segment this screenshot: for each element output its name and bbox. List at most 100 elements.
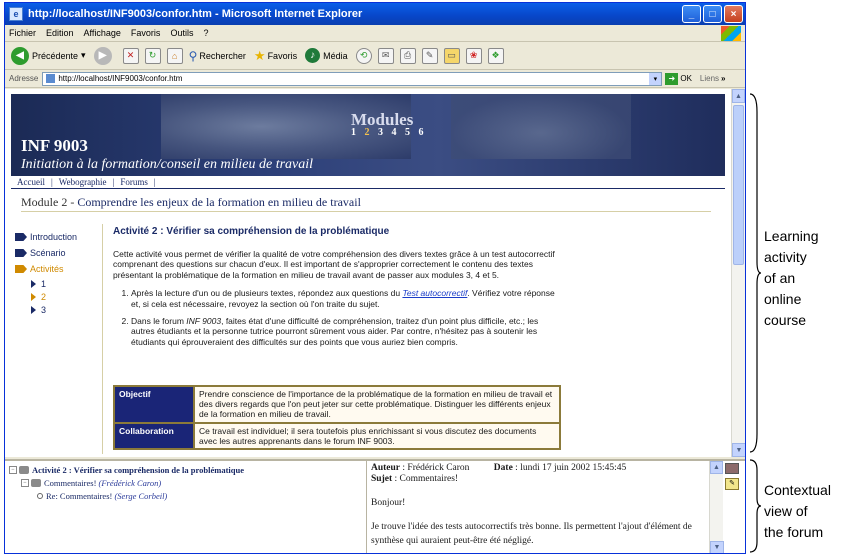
activity-content: Activité 2 : Vérifier sa compréhension d… [113, 226, 563, 354]
banner-photo-right [451, 94, 631, 159]
nav-accueil[interactable]: Accueil [17, 177, 45, 187]
triangle-icon [31, 292, 36, 301]
module-link-3[interactable]: 3 [378, 127, 386, 138]
scroll-up-icon[interactable]: ▲ [732, 89, 745, 103]
address-dropdown-icon[interactable]: ▾ [649, 72, 662, 85]
address-input[interactable]: http://localhost/INF9003/confor.htm ▾ [42, 71, 663, 86]
vertical-divider [102, 224, 103, 454]
leftnav-activity-3[interactable]: 3 [15, 303, 95, 316]
step-2: Dans le forum INF 9003, faites état d'un… [131, 316, 563, 348]
menu-bar: Fichier Edition Affichage Favoris Outils… [5, 25, 745, 42]
back-button[interactable]: ◀ Précédente ▾ [11, 46, 86, 65]
collapse-icon[interactable]: − [21, 478, 29, 487]
go-arrow-icon: ➜ [665, 72, 679, 85]
mail-icon[interactable]: ✉ [377, 47, 394, 64]
page-icon [46, 74, 56, 83]
home-icon[interactable]: ⌂ [166, 47, 183, 64]
search-button[interactable]: ⚲ Rechercher [189, 49, 246, 63]
menu-favorites[interactable]: Favoris [131, 28, 161, 38]
activity-title: Activité 2 : Vérifier sa compréhension d… [113, 226, 390, 237]
nav-webographie[interactable]: Webographie [59, 177, 107, 187]
maximize-button[interactable]: □ [703, 5, 722, 23]
forward-button[interactable]: ▶ [93, 46, 115, 65]
page-scrollbar[interactable]: ▲ ▼ [731, 89, 745, 457]
title-bar[interactable]: e http://localhost/INF9003/confor.htm - … [5, 3, 745, 25]
leftnav-scenario[interactable]: Scénario [15, 245, 95, 261]
print-icon[interactable]: ⎙ [399, 47, 416, 64]
chevron-right-icon[interactable]: » [721, 74, 725, 83]
leftnav-activity-2[interactable]: 2 [15, 290, 95, 303]
message-scrollbar[interactable]: ▲ ▼ [709, 461, 724, 553]
step-1: Après la lecture d'un ou de plusieurs te… [131, 288, 563, 309]
menu-help[interactable]: ? [203, 28, 208, 38]
thread-icon [31, 478, 41, 487]
menu-edit[interactable]: Edition [46, 28, 74, 38]
message-subject: Sujet : Commentaires! [371, 474, 459, 484]
course-banner: INF 9003 Initiation à la formation/conse… [11, 94, 725, 176]
module-link-6[interactable]: 6 [419, 127, 427, 138]
edit-icon[interactable]: ✎ [421, 47, 438, 64]
menu-view[interactable]: Affichage [84, 28, 121, 38]
table-row: Collaboration Ce travail est individuel;… [113, 421, 561, 450]
star-icon: ★ [253, 47, 266, 63]
triangle-icon [31, 279, 36, 288]
history-icon[interactable]: ⟲ [355, 47, 372, 64]
nav-forums[interactable]: Forums [120, 177, 148, 187]
module-label: Module 2 - [21, 195, 75, 209]
folder-icon[interactable]: ▭ [443, 47, 460, 64]
forum-message: Auteur : Frédérick Caron Date : lundi 17… [366, 461, 709, 553]
left-nav: Introduction Scénario Activités 1 2 3 [15, 229, 95, 316]
go-button[interactable]: ➜ OK [665, 72, 692, 85]
ie-icon: e [9, 7, 23, 21]
scroll-thumb[interactable] [733, 105, 744, 265]
scroll-down-icon[interactable]: ▼ [710, 541, 724, 553]
module-link-5[interactable]: 5 [405, 127, 413, 138]
reply-icon[interactable]: ✎ [725, 478, 739, 490]
collapse-icon[interactable]: − [9, 465, 17, 474]
triangle-icon [31, 305, 36, 314]
links-button[interactable]: Liens [700, 74, 719, 83]
messenger-icon[interactable]: ❀ [465, 47, 482, 64]
window-title: http://localhost/INF9003/confor.htm - Mi… [28, 8, 363, 20]
browser-window: e http://localhost/INF9003/confor.htm - … [4, 2, 746, 554]
module-title: Comprendre les enjeux de la formation en… [77, 195, 361, 209]
leftnav-introduction[interactable]: Introduction [15, 229, 95, 245]
thread-reply-1[interactable]: − Commentaires! (Frédérick Caron) [9, 476, 359, 489]
close-button[interactable]: × [724, 5, 743, 23]
thread-root[interactable]: − Activité 2 : Vérifier sa compréhension… [9, 463, 359, 476]
table-head-objectif: Objectif [113, 385, 195, 424]
stop-icon[interactable]: ✕ [122, 47, 139, 64]
activity-intro: Cette activité vous permet de vérifier l… [113, 248, 555, 280]
forum-side-icons: ✎ [725, 463, 743, 490]
module-link-4[interactable]: 4 [392, 127, 400, 138]
message-header: Auteur : Frédérick Caron Date : lundi 17… [371, 463, 627, 473]
favorites-button[interactable]: ★ Favoris [254, 48, 297, 64]
refresh-icon[interactable]: ↻ [144, 47, 161, 64]
address-label: Adresse [9, 74, 39, 83]
thread-reply-2[interactable]: Re: Commentaires! (Serge Corbeil) [9, 489, 359, 502]
module-link-2[interactable]: 2 [365, 127, 373, 138]
scroll-down-icon[interactable]: ▼ [732, 443, 745, 457]
message-greeting: Bonjour! [371, 498, 406, 508]
table-cell-objectif: Prendre conscience de l'importance de la… [193, 385, 561, 424]
test-autocorrectif-link[interactable]: Test autocorrectif [402, 288, 467, 298]
leftnav-activity-1[interactable]: 1 [15, 277, 95, 290]
course-code: INF 9003 [21, 136, 88, 155]
media-button[interactable]: ♪ Média [305, 48, 348, 63]
arrow-icon [15, 233, 27, 241]
arrow-icon [15, 265, 27, 273]
scroll-up-icon[interactable]: ▲ [710, 461, 723, 474]
module-link-1[interactable]: 1 [351, 127, 359, 138]
minimize-button[interactable]: _ [682, 5, 701, 23]
activity-info-table: Objectif Prendre conscience de l'importa… [113, 385, 561, 450]
dropdown-arrow-icon[interactable]: ▾ [81, 50, 86, 61]
extra-tool-icon[interactable]: ❖ [487, 47, 504, 64]
leftnav-activites[interactable]: Activités [15, 261, 95, 277]
table-row: Objectif Prendre conscience de l'importa… [113, 385, 561, 424]
activity-steps: Après la lecture d'un ou de plusieurs te… [113, 288, 563, 347]
menu-tools[interactable]: Outils [170, 28, 193, 38]
menu-file[interactable]: Fichier [9, 28, 36, 38]
arrow-icon [15, 249, 27, 257]
close-thread-icon[interactable] [725, 463, 739, 474]
message-body: Je trouve l'idée des tests autocorrectif… [371, 522, 692, 547]
